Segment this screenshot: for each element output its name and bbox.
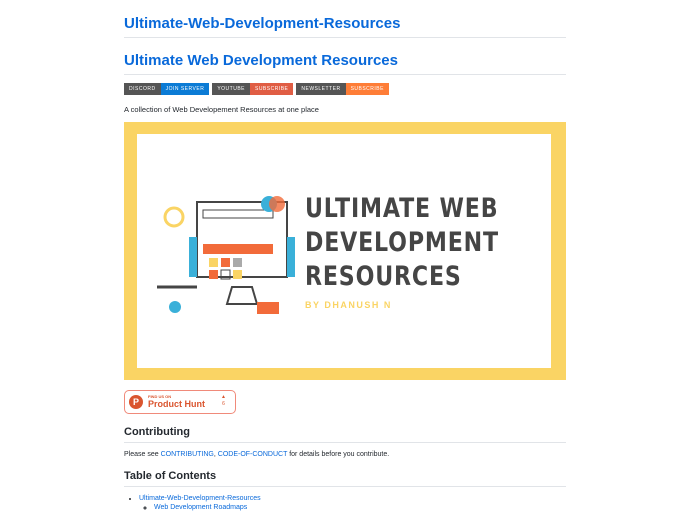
banner-line-1: ULTIMATE WEB	[305, 193, 499, 224]
repo-title: Ultimate-Web-Development-Resources	[124, 0, 566, 38]
toc-subitem[interactable]: Web Development Roadmaps	[154, 504, 247, 511]
toc-heading: Table of Contents	[124, 470, 566, 487]
code-of-conduct-link[interactable]: CODE-OF-CONDUCT	[218, 451, 287, 458]
text: Please see	[124, 451, 161, 458]
discord-label: DISCORD	[124, 83, 161, 95]
newsletter-subscribe: SUBSCRIBE	[345, 83, 389, 95]
product-hunt-badge[interactable]: P FIND US ON Product Hunt ▲ 6	[124, 390, 236, 414]
votes: 6	[222, 401, 225, 407]
banner-image: ULTIMATE WEB DEVELOPMENT RESOURCES BY DHAN…	[124, 122, 566, 380]
product-hunt-logo-icon: P	[129, 395, 143, 409]
readme-title: Ultimate Web Development Resources	[124, 38, 566, 75]
contributing-heading: Contributing	[124, 426, 566, 443]
toc-item[interactable]: Ultimate-Web-Development-Resources	[139, 495, 261, 502]
join-server: JOIN SERVER	[160, 83, 210, 95]
newsletter-badge[interactable]: NEWSLETTER SUBSCRIBE	[296, 83, 389, 95]
upvote-icon: ▲	[221, 394, 226, 400]
youtube-label: YOUTUBE	[212, 83, 250, 95]
banner-line-2: DEVELOPMENT	[305, 227, 499, 258]
contributing-text: Please see CONTRIBUTING, CODE-OF-CONDUCT…	[124, 451, 566, 458]
youtube-badge[interactable]: YOUTUBE SUBSCRIBE	[212, 83, 294, 95]
newsletter-label: NEWSLETTER	[296, 83, 346, 95]
computer-illustration-icon	[157, 196, 295, 314]
description: A collection of Web Developement Resourc…	[124, 105, 319, 114]
banner-byline: BY DHANUSH N	[305, 300, 392, 310]
banner-title: ULTIMATE WEB DEVELOPMENT RESOURCES	[305, 192, 499, 294]
product-hunt-name: Product Hunt	[148, 399, 205, 409]
banner-line-3: RESOURCES	[305, 261, 462, 292]
youtube-subscribe: SUBSCRIBE	[249, 83, 294, 95]
vote-count: ▲ 6	[221, 394, 226, 408]
text: for details before you contribute.	[287, 451, 390, 458]
contributing-link[interactable]: CONTRIBUTING	[161, 451, 214, 458]
discord-badge[interactable]: DISCORD JOIN SERVER	[124, 83, 210, 95]
toc-list: Ultimate-Web-Development-Resources Web D…	[124, 495, 566, 511]
